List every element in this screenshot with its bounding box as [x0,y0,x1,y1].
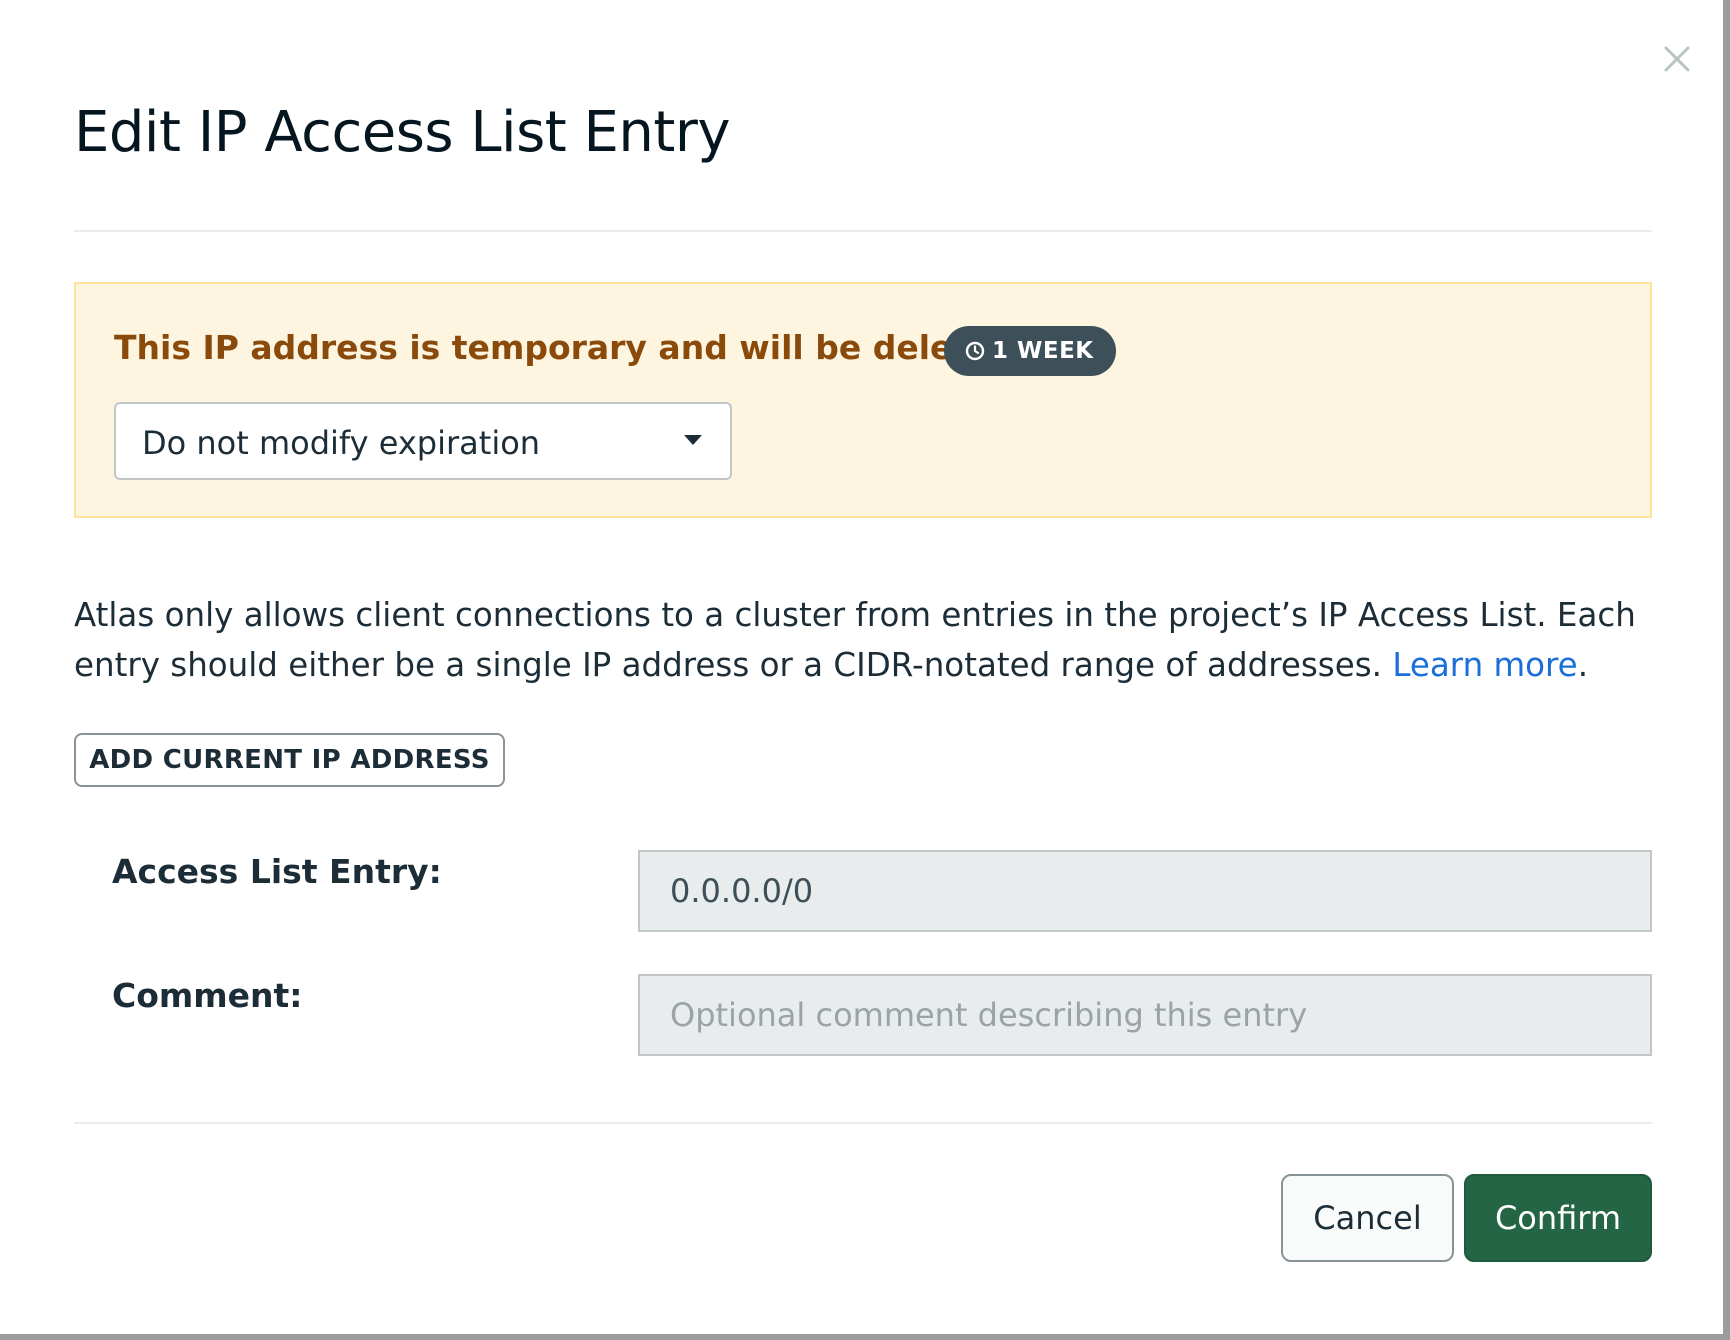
temporary-entry-banner: This IP address is temporary and will be… [74,282,1652,518]
comment-input[interactable] [638,974,1652,1056]
footer-divider [74,1122,1652,1124]
caret-down-icon [682,432,704,451]
access-list-entry-input[interactable] [638,850,1652,932]
close-icon[interactable] [1660,42,1694,76]
confirm-button[interactable]: Confirm [1464,1174,1652,1262]
cancel-button[interactable]: Cancel [1281,1174,1454,1262]
description-trailing: . [1577,646,1589,684]
expiration-badge-label: 1 WEEK [992,338,1094,364]
access-list-entry-label: Access List Entry: [112,852,442,891]
header-divider [74,230,1652,232]
temporary-warning-text: This IP address is temporary and will be… [114,328,1061,367]
comment-label: Comment: [112,976,303,1015]
expiration-select-value: Do not modify expiration [142,424,541,462]
add-current-ip-button[interactable]: ADD CURRENT IP ADDRESS [74,733,505,787]
dialog-title: Edit IP Access List Entry [74,100,731,165]
edit-ip-access-list-dialog: Edit IP Access List Entry This IP addres… [0,0,1723,1334]
expiration-badge: 1 WEEK [944,326,1116,376]
clock-icon [964,340,986,362]
access-list-description: Atlas only allows client connections to … [74,590,1674,690]
expiration-select[interactable]: Do not modify expiration [114,402,732,480]
learn-more-link[interactable]: Learn more [1392,646,1577,684]
